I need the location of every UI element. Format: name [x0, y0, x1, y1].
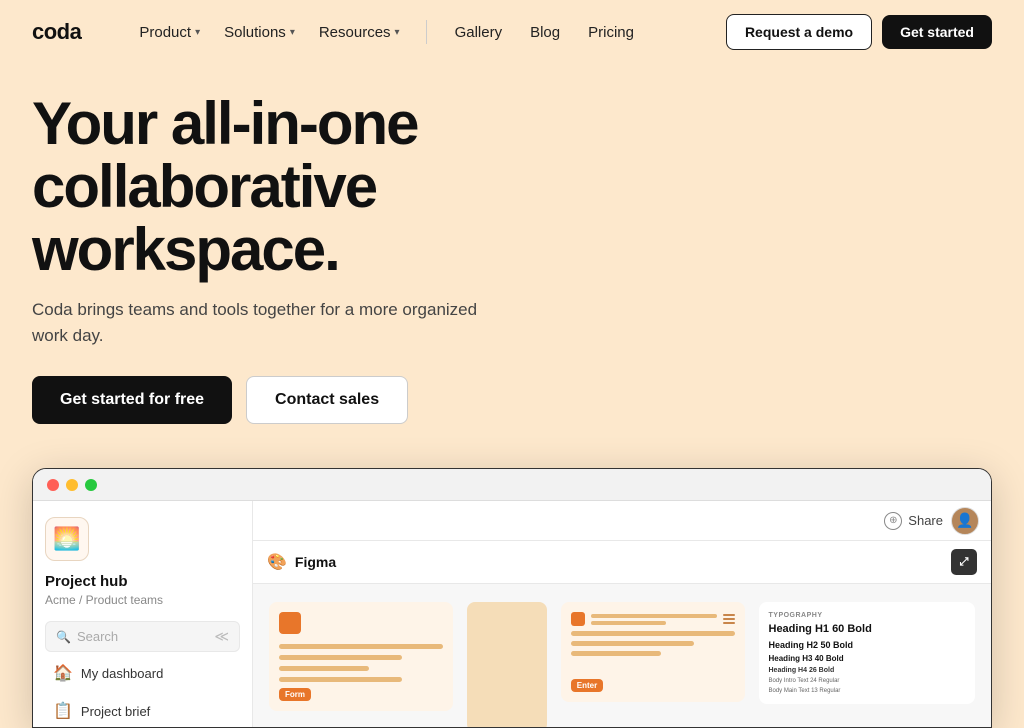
- frame-top-row: [571, 612, 735, 626]
- frame-line: [571, 631, 735, 636]
- get-started-free-button[interactable]: Get started for free: [32, 376, 232, 424]
- share-button[interactable]: ⊕ Share: [884, 512, 943, 530]
- logo[interactable]: coda: [32, 19, 81, 45]
- figma-typography-card: Typography Heading H1 60 Bold Heading H2…: [759, 602, 976, 704]
- hero-section: Your all-in-one collaborative workspace.…: [0, 64, 1024, 444]
- typography-h4: Heading H4 26 Bold: [769, 667, 966, 674]
- nav-item-gallery[interactable]: Gallery: [443, 16, 515, 49]
- gray-lines: [591, 614, 717, 625]
- search-icon: 🔍: [56, 630, 71, 644]
- nav-item-product[interactable]: Product ▾: [129, 16, 210, 49]
- typography-h1: Heading H1 60 Bold: [769, 623, 966, 636]
- frame-badge: Form: [279, 688, 311, 701]
- chevron-down-icon: ▾: [395, 27, 400, 38]
- frame-line: [571, 641, 694, 646]
- window-minimize-dot[interactable]: [66, 479, 78, 491]
- project-sub: Acme / Product teams: [45, 593, 240, 607]
- nav-item-resources[interactable]: Resources ▾: [309, 16, 410, 49]
- typography-h2: Heading H2 50 Bold: [769, 640, 966, 650]
- sidebar-item-project-brief[interactable]: 📋 Project brief: [45, 694, 240, 727]
- typography-body-intro: Body Intro Text 24 Regular: [769, 678, 966, 684]
- get-started-nav-button[interactable]: Get started: [882, 15, 992, 49]
- nav-item-pricing[interactable]: Pricing: [576, 16, 646, 49]
- request-demo-button[interactable]: Request a demo: [726, 14, 872, 50]
- nav-actions: Request a demo Get started: [726, 14, 992, 50]
- chevron-down-icon: ▾: [290, 27, 295, 38]
- app-window-wrap: 🌅 Project hub Acme / Product teams 🔍 Sea…: [0, 468, 1024, 728]
- dashboard-icon: 🏠: [53, 663, 73, 683]
- frame-block: [279, 612, 301, 634]
- collapse-icon[interactable]: ≪: [214, 628, 229, 645]
- ham-line: [723, 614, 735, 616]
- figma-icon: 🎨: [267, 552, 287, 572]
- avatar: 👤: [951, 507, 979, 535]
- mini-line: [591, 614, 717, 618]
- sidebar: 🌅 Project hub Acme / Product teams 🔍 Sea…: [33, 501, 253, 727]
- figma-frame-2: Enter: [561, 602, 745, 702]
- figma-label: Figma: [295, 554, 336, 570]
- globe-icon: ⊕: [884, 512, 902, 530]
- chevron-down-icon: ▾: [195, 27, 200, 38]
- nav-item-blog[interactable]: Blog: [518, 16, 572, 49]
- frame-line: [571, 651, 661, 656]
- nav-item-solutions[interactable]: Solutions ▾: [214, 16, 305, 49]
- sidebar-search[interactable]: 🔍 Search ≪: [45, 621, 240, 652]
- figma-frames: Form: [253, 584, 991, 727]
- project-name: Project hub: [45, 573, 240, 591]
- figma-bar: 🎨 Figma ⤢: [253, 541, 991, 584]
- hero-buttons: Get started for free Contact sales: [32, 376, 992, 424]
- typography-body-main: Body Main Text 13 Regular: [769, 688, 966, 694]
- main-topbar: ⊕ Share 👤: [253, 501, 991, 541]
- hero-title: Your all-in-one collaborative workspace.: [32, 92, 632, 281]
- figma-frame-tall: [467, 602, 547, 727]
- window-close-dot[interactable]: [47, 479, 59, 491]
- ham-line: [723, 618, 735, 620]
- frame-line: [279, 666, 369, 671]
- search-placeholder: Search: [77, 629, 118, 644]
- sidebar-logo-box: 🌅: [45, 517, 89, 561]
- mini-line: [591, 621, 666, 625]
- sidebar-item-label: Project brief: [81, 704, 150, 719]
- project-brief-icon: 📋: [53, 701, 73, 721]
- navbar: coda Product ▾ Solutions ▾ Resources ▾ G…: [0, 0, 1024, 64]
- project-hub-icon: 🌅: [53, 526, 80, 552]
- main-content: ⊕ Share 👤 🎨 Figma ⤢: [253, 501, 991, 727]
- window-maximize-dot[interactable]: [85, 479, 97, 491]
- typography-h3: Heading H3 40 Bold: [769, 654, 966, 663]
- typography-label: Typography: [769, 612, 966, 619]
- frame-line: [279, 655, 402, 660]
- frame-line: [279, 644, 443, 649]
- expand-button[interactable]: ⤢: [951, 549, 977, 575]
- window-title-bar: [33, 469, 991, 501]
- frame-badge: Enter: [571, 679, 603, 692]
- ham-line: [723, 622, 735, 624]
- figma-frame-1: Form: [269, 602, 453, 711]
- window-body: 🌅 Project hub Acme / Product teams 🔍 Sea…: [33, 501, 991, 727]
- hamburger-icon: [723, 614, 735, 624]
- nav-divider: [426, 20, 427, 44]
- app-window: 🌅 Project hub Acme / Product teams 🔍 Sea…: [32, 468, 992, 728]
- orange-square: [571, 612, 585, 626]
- sidebar-item-dashboard[interactable]: 🏠 My dashboard: [45, 656, 240, 690]
- sidebar-item-label: My dashboard: [81, 666, 163, 681]
- hero-subtitle: Coda brings teams and tools together for…: [32, 297, 512, 348]
- nav-links: Product ▾ Solutions ▾ Resources ▾ Galler…: [129, 16, 726, 49]
- contact-sales-button[interactable]: Contact sales: [246, 376, 408, 424]
- frame-line: [279, 677, 402, 682]
